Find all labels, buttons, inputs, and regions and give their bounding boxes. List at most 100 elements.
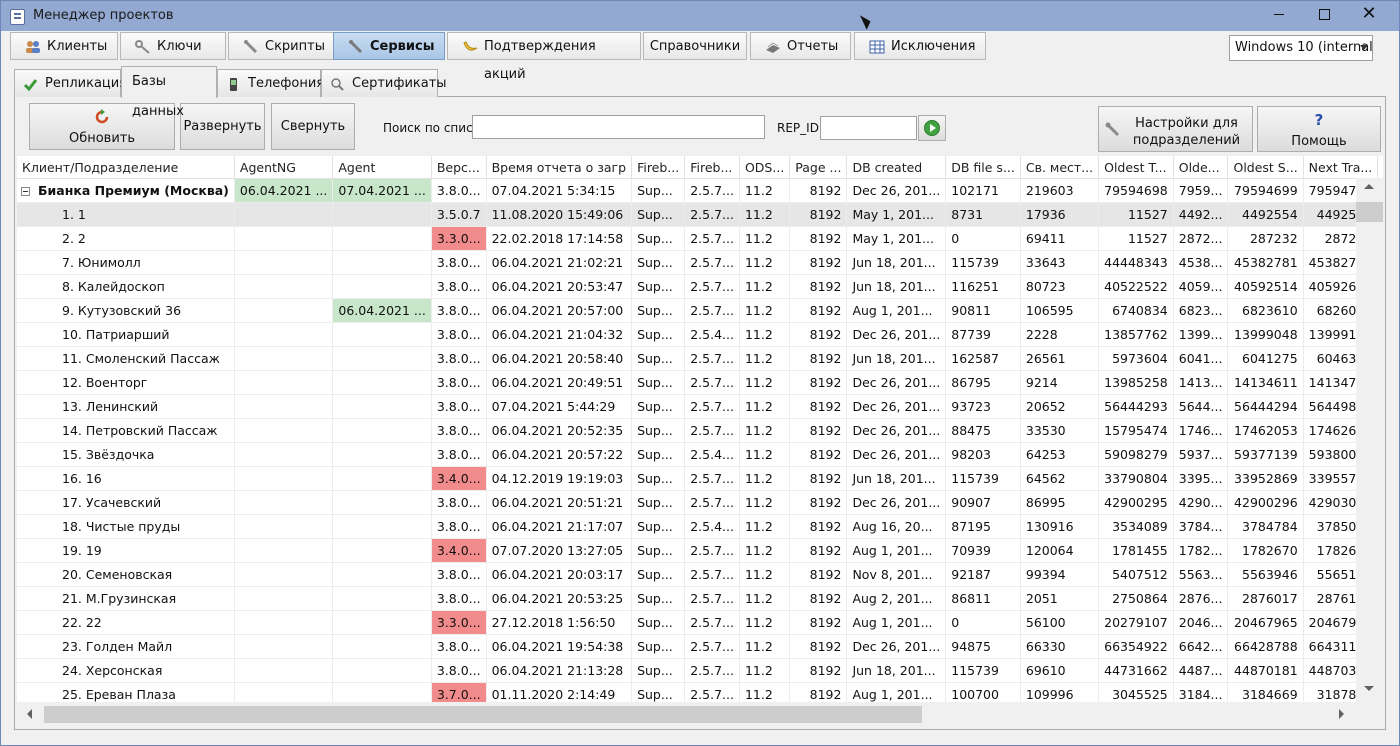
- table-cell[interactable]: 40522522: [1098, 274, 1174, 299]
- table-cell[interactable]: [332, 202, 432, 227]
- table-cell[interactable]: Sup...: [631, 202, 686, 227]
- table-cell[interactable]: 9214: [1020, 370, 1100, 395]
- os-select[interactable]: Windows 10 (internal: [1229, 35, 1373, 61]
- table-cell[interactable]: 4487...: [1173, 658, 1229, 683]
- table-cell[interactable]: 2.5.7...: [684, 178, 740, 203]
- column-header[interactable]: Olde...: [1173, 156, 1229, 179]
- table-row[interactable]: 8. Калейдоскоп 3.8.0... 06.04.2021 20:53:4…: [17, 274, 1383, 299]
- table-cell[interactable]: 3.8.0...: [431, 658, 487, 683]
- tab-promotions[interactable]: Подтверждения акций: [447, 32, 641, 82]
- table-cell[interactable]: [332, 490, 432, 515]
- table-cell[interactable]: Aug 1, 201...: [846, 538, 947, 563]
- table-cell[interactable]: 59377139: [1227, 442, 1304, 467]
- table-cell[interactable]: 8192: [789, 202, 848, 227]
- table-cell[interactable]: 2.5.7...: [684, 658, 740, 683]
- table-cell[interactable]: 2228: [1020, 322, 1100, 347]
- table-cell[interactable]: Aug 2, 201...: [846, 586, 947, 611]
- table-cell[interactable]: [332, 466, 432, 491]
- table-cell[interactable]: 11.2: [739, 322, 791, 347]
- table-cell[interactable]: 2.5.7...: [684, 202, 740, 227]
- table-cell[interactable]: 8192: [789, 394, 848, 419]
- table-cell[interactable]: 3.8.0...: [431, 370, 487, 395]
- table-cell[interactable]: 8192: [789, 610, 848, 635]
- table-row[interactable]: 17. Усачевский 3.8.0... 06.04.2021 20:51:2…: [17, 490, 1383, 515]
- table-cell[interactable]: [234, 298, 334, 323]
- table-cell[interactable]: 11.2: [739, 514, 791, 539]
- scroll-right-icon[interactable]: [1339, 709, 1344, 719]
- table-cell[interactable]: Dec 26, 201...: [846, 634, 947, 659]
- table-cell[interactable]: 4059...: [1173, 274, 1229, 299]
- column-header[interactable]: Diffe...: [1377, 156, 1383, 179]
- table-cell[interactable]: 42900296: [1227, 490, 1304, 515]
- tab-databases[interactable]: Базы данных: [121, 66, 217, 119]
- table-cell[interactable]: [234, 682, 334, 702]
- table-cell[interactable]: Dec 26, 201...: [846, 442, 947, 467]
- table-cell[interactable]: 3784784: [1227, 514, 1304, 539]
- table-cell[interactable]: Nov 8, 201...: [846, 562, 947, 587]
- table-cell[interactable]: [332, 658, 432, 683]
- column-header[interactable]: Page ...: [789, 156, 848, 179]
- table-cell[interactable]: Sup...: [631, 346, 686, 371]
- table-cell[interactable]: 0: [945, 610, 1021, 635]
- close-button[interactable]: ✕: [1346, 1, 1392, 29]
- table-row[interactable]: 13. Ленинский 3.8.0... 07.04.2021 5:44:29 S…: [17, 394, 1383, 419]
- table-cell[interactable]: Dec 26, 201...: [846, 322, 947, 347]
- table-cell[interactable]: 06.04.2021 20:57:00: [486, 298, 633, 323]
- row-name-cell[interactable]: 15. Звёздочка: [17, 442, 235, 467]
- table-cell[interactable]: 1782670: [1227, 538, 1304, 563]
- row-name-cell[interactable]: 13. Ленинский: [17, 394, 235, 419]
- table-cell[interactable]: 56100: [1020, 610, 1100, 635]
- table-cell[interactable]: Sup...: [631, 274, 686, 299]
- table-cell[interactable]: 11.2: [739, 610, 791, 635]
- table-cell[interactable]: 86995: [1020, 490, 1100, 515]
- table-cell[interactable]: 07.04.2021 5:44:29: [486, 394, 633, 419]
- table-cell[interactable]: 8192: [789, 490, 848, 515]
- tab-telephony[interactable]: Телефония: [217, 69, 324, 97]
- table-cell[interactable]: 40592514: [1227, 274, 1304, 299]
- table-row[interactable]: 1. 1 3.5.0.7 11.08.2020 15:49:06 Sup... 2.5.…: [17, 202, 1383, 227]
- table-cell[interactable]: 2046...: [1173, 610, 1229, 635]
- table-cell[interactable]: 15795474: [1098, 418, 1174, 443]
- table-cell[interactable]: 3.8.0...: [431, 274, 487, 299]
- table-cell[interactable]: 2876...: [1173, 586, 1229, 611]
- table-row[interactable]: 14. Петровский Пассаж 3.8.0... 06.04.2021 …: [17, 418, 1383, 443]
- table-cell[interactable]: Jun 18, 201...: [846, 274, 947, 299]
- table-cell[interactable]: [332, 274, 432, 299]
- table-cell[interactable]: 66330: [1020, 634, 1100, 659]
- table-cell[interactable]: 07.07.2020 13:27:05: [486, 538, 633, 563]
- table-cell[interactable]: 3.8.0...: [431, 634, 487, 659]
- tab-keys[interactable]: Ключи: [120, 32, 226, 60]
- table-cell[interactable]: 8192: [789, 586, 848, 611]
- table-cell[interactable]: 06.04.2021 20:57:22: [486, 442, 633, 467]
- table-cell[interactable]: [332, 394, 432, 419]
- table-cell[interactable]: 11527: [1098, 226, 1174, 251]
- table-cell[interactable]: 3.8.0...: [431, 442, 487, 467]
- table-cell[interactable]: [234, 634, 334, 659]
- table-cell[interactable]: 11.2: [739, 466, 791, 491]
- table-cell[interactable]: [234, 226, 334, 251]
- table-cell[interactable]: 11.2: [739, 274, 791, 299]
- table-cell[interactable]: 33790804: [1098, 466, 1174, 491]
- table-cell[interactable]: 8192: [789, 466, 848, 491]
- table-cell[interactable]: Sup...: [631, 658, 686, 683]
- table-cell[interactable]: 6041275: [1227, 346, 1304, 371]
- column-header[interactable]: Fireb...: [684, 156, 740, 179]
- table-cell[interactable]: 42900295: [1098, 490, 1174, 515]
- table-cell[interactable]: 13999048: [1227, 322, 1304, 347]
- table-cell[interactable]: 70939: [945, 538, 1021, 563]
- vertical-scrollbar[interactable]: [1356, 178, 1383, 702]
- table-cell[interactable]: 6642...: [1173, 634, 1229, 659]
- table-cell[interactable]: 1399...: [1173, 322, 1229, 347]
- table-cell[interactable]: 8192: [789, 322, 848, 347]
- table-cell[interactable]: 109996: [1020, 682, 1100, 702]
- tab-directories[interactable]: Справочники: [643, 32, 747, 60]
- scroll-up-icon[interactable]: [1364, 184, 1374, 189]
- table-row[interactable]: 15. Звёздочка 3.8.0... 06.04.2021 20:57:22…: [17, 442, 1383, 467]
- table-cell[interactable]: 06.04.2021 20:53:47: [486, 274, 633, 299]
- tab-clients[interactable]: Клиенты: [10, 32, 118, 60]
- table-cell[interactable]: 2.5.7...: [684, 370, 740, 395]
- table-cell[interactable]: 2.5.7...: [684, 226, 740, 251]
- table-cell[interactable]: 87195: [945, 514, 1021, 539]
- table-cell[interactable]: 2.5.7...: [684, 538, 740, 563]
- table-cell[interactable]: 94875: [945, 634, 1021, 659]
